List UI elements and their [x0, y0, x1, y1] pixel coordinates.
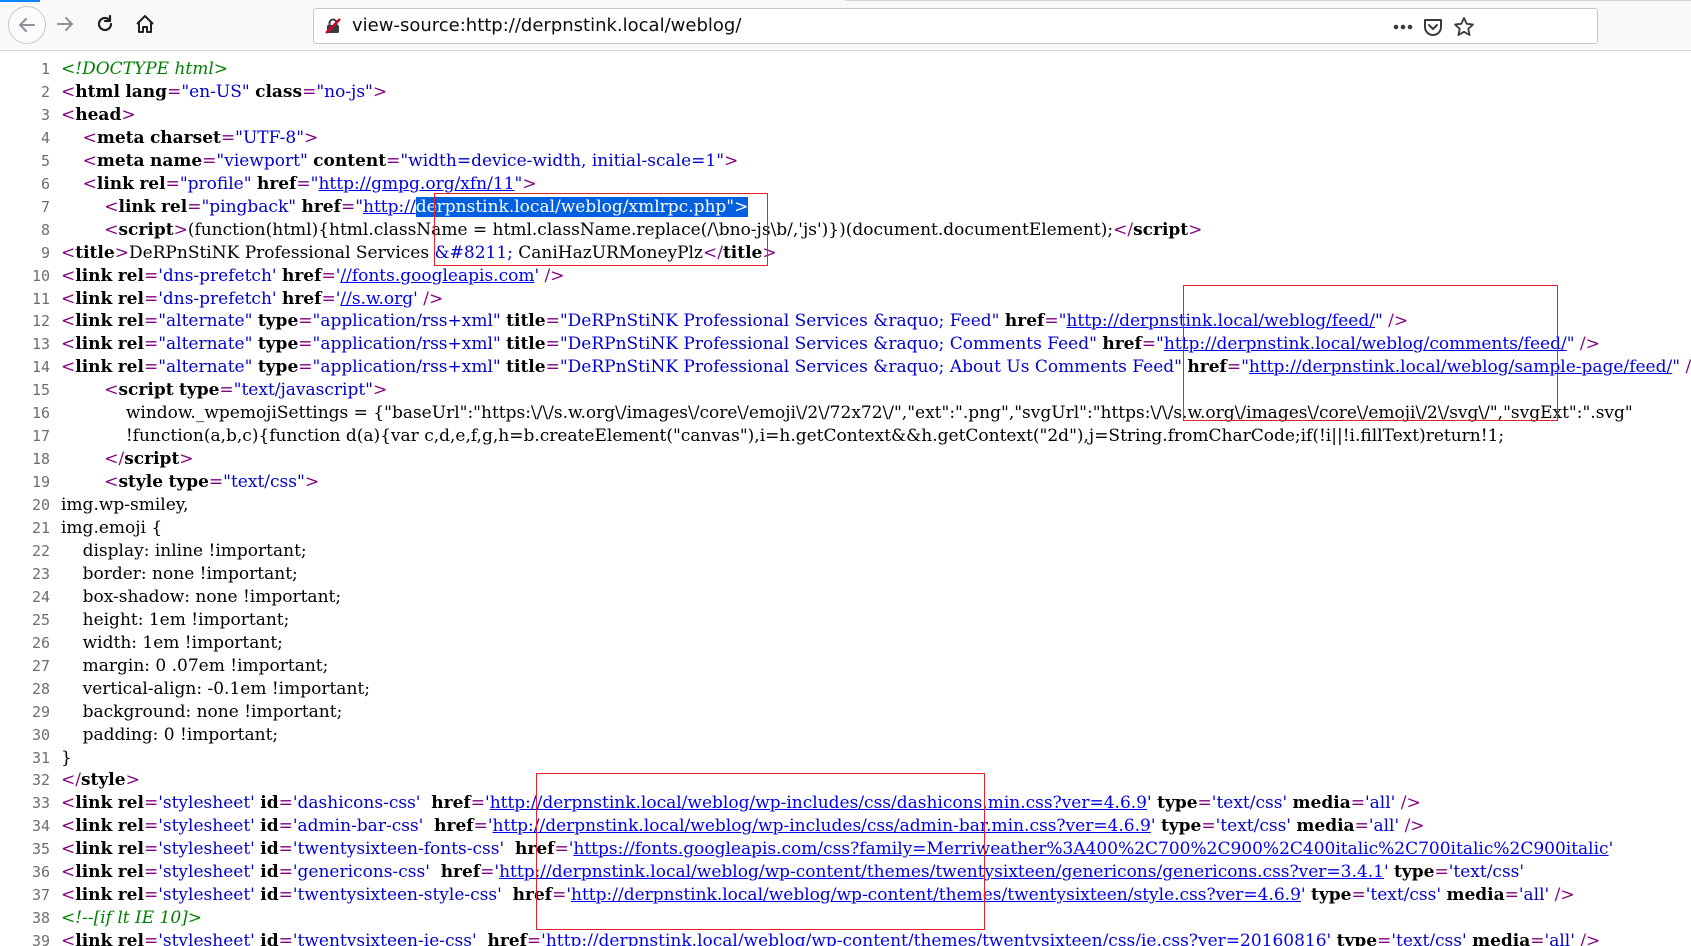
line-number: 39: [31, 932, 50, 946]
source-code-text: <!--[if lt IE 10]>: [61, 908, 203, 929]
line-number: 16: [31, 404, 50, 423]
tab-indicator: [0, 0, 40, 2]
line-number: 2: [40, 82, 50, 101]
insecure-connection-icon[interactable]: [324, 17, 342, 35]
line-number: 14: [31, 358, 50, 377]
line-number: 26: [31, 633, 50, 652]
source-code-text: !function(a,b,c){function d(a){var c,d,e…: [61, 426, 1505, 447]
annotation-box-xmlrpc: [434, 193, 768, 266]
line-number: 27: [31, 656, 50, 675]
line-number: 15: [31, 381, 50, 400]
source-code-text: background: none !important;: [61, 701, 343, 722]
source-code-text: <link rel='stylesheet' id='twentysixteen…: [61, 931, 1601, 946]
source-code-text: </script>: [104, 449, 194, 470]
line-number: 8: [40, 220, 50, 239]
line-number: 33: [31, 794, 50, 813]
line-number: 37: [31, 886, 50, 905]
source-code-text: </style>: [61, 770, 140, 791]
line-number: 20: [31, 496, 50, 515]
line-number: 30: [31, 725, 50, 744]
line-number: 12: [31, 312, 50, 331]
source-code-text: <link rel='dns-prefetch' href='//fonts.g…: [61, 265, 565, 286]
source-code-text: <link rel='dns-prefetch' href='//s.w.org…: [61, 288, 444, 309]
line-number: 28: [31, 679, 50, 698]
source-code-text: <meta charset="UTF-8">: [82, 127, 319, 148]
line-number: 4: [40, 128, 50, 147]
line-number: 25: [31, 610, 50, 629]
source-code-text: }: [61, 747, 72, 768]
line-number: 31: [31, 748, 50, 767]
line-number: 10: [31, 266, 50, 285]
url-bar[interactable]: view-source:http://derpnstink.local/webl…: [313, 8, 1598, 44]
source-code-text: <html lang="en-US" class="no-js">: [61, 81, 388, 102]
forward-arrow-icon: [57, 17, 73, 31]
pocket-icon: [1424, 19, 1442, 36]
home-icon: [136, 15, 154, 33]
line-number: 24: [31, 587, 50, 606]
source-code-text: img.wp-smiley,: [61, 495, 189, 516]
source-code-text: width: 1em !important;: [61, 632, 283, 653]
source-code-text: vertical-align: -0.1em !important;: [61, 678, 370, 699]
bookmark-button[interactable]: [1452, 15, 1476, 39]
line-number: 23: [31, 564, 50, 583]
line-number: 5: [40, 151, 50, 170]
line-number: 11: [31, 289, 50, 308]
line-number: 18: [31, 450, 50, 469]
source-code-text: img.emoji {: [61, 518, 163, 538]
reload-button[interactable]: [88, 7, 122, 41]
back-button[interactable]: [8, 6, 46, 44]
line-number: 35: [31, 840, 50, 859]
source-code-text: border: none !important;: [61, 563, 298, 584]
browser-toolbar: view-source:http://derpnstink.local/webl…: [0, 0, 1691, 51]
home-button[interactable]: [128, 7, 162, 41]
source-code-text: <meta name="viewport" content="width=dev…: [82, 150, 739, 171]
line-number: 38: [31, 909, 50, 928]
line-number: 3: [40, 105, 50, 124]
line-number: 13: [31, 335, 50, 354]
page-actions-button[interactable]: [1391, 15, 1415, 39]
reload-icon: [97, 14, 113, 32]
line-number: 6: [40, 174, 50, 193]
pocket-button[interactable]: [1421, 15, 1445, 39]
source-code-text: margin: 0 .07em !important;: [61, 655, 329, 676]
annotation-box-stylesheets: [536, 773, 985, 930]
source-code-text: <script type="text/javascript">: [104, 380, 388, 401]
source-code-text: padding: 0 !important;: [61, 724, 279, 745]
more-actions-icon: [1393, 24, 1413, 30]
line-number: 19: [31, 473, 50, 492]
line-number: 21: [31, 519, 50, 537]
line-number: 36: [31, 863, 50, 882]
back-arrow-icon: [19, 18, 35, 32]
source-code-text: display: inline !important;: [61, 540, 307, 561]
forward-button[interactable]: [48, 7, 82, 41]
tab-divider: [845, 0, 1691, 1]
line-number: 9: [40, 243, 50, 262]
line-number: 32: [31, 771, 50, 790]
source-code-text: box-shadow: none !important;: [61, 586, 342, 607]
line-number: 29: [31, 702, 50, 721]
bookmark-star-icon: [1454, 17, 1474, 36]
source-code-text: height: 1em !important;: [61, 609, 290, 630]
line-number: 7: [40, 197, 50, 216]
source-code-text: <head>: [61, 104, 136, 125]
url-text[interactable]: view-source:http://derpnstink.local/webl…: [352, 9, 741, 43]
line-number: 17: [31, 427, 50, 446]
line-number: 22: [31, 541, 50, 560]
line-number: 34: [31, 817, 50, 836]
line-number: 1: [40, 60, 50, 78]
source-code-text: <style type="text/css">: [104, 472, 320, 493]
source-code-text: <!DOCTYPE html>: [61, 59, 229, 79]
annotation-box-feeds: [1183, 285, 1558, 421]
